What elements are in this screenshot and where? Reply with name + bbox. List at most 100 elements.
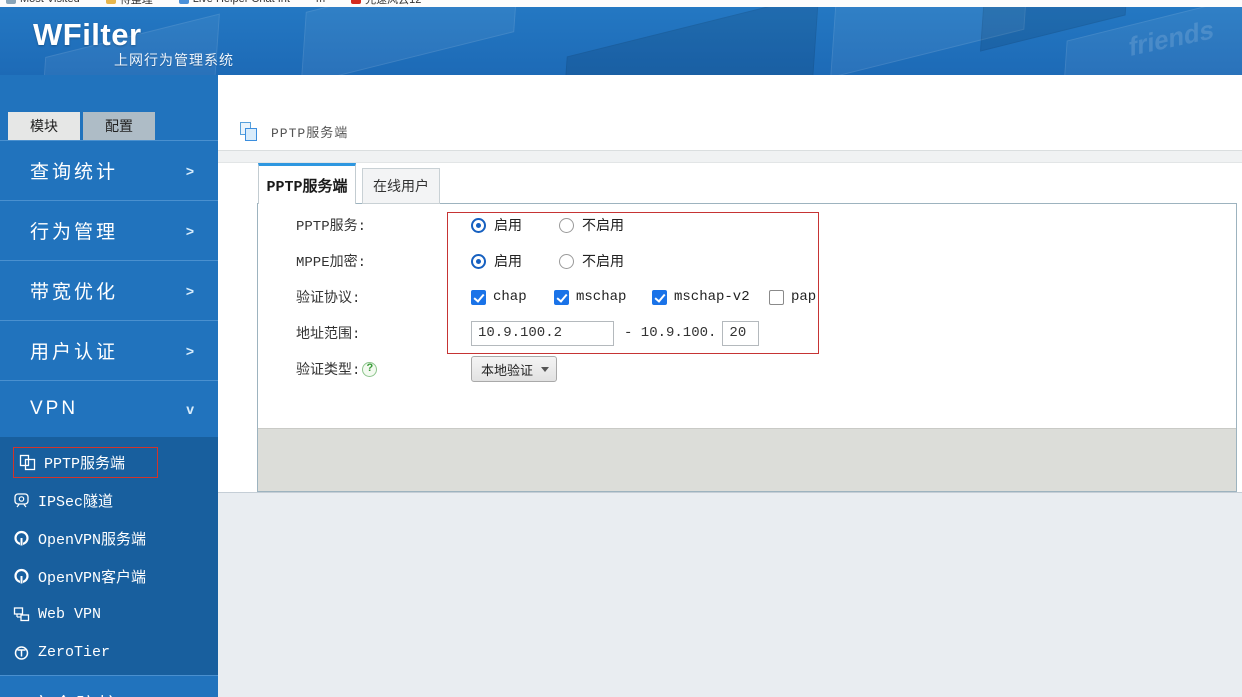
bookmark-label: 光速风云12: [365, 0, 422, 6]
sidebar-tabs: 模块 配置: [8, 112, 155, 140]
bookmark-label: 待整理: [119, 0, 153, 6]
folder-icon: [105, 0, 116, 4]
menu-label: 用户认证: [30, 342, 119, 363]
chat-icon: [178, 0, 189, 4]
field-label-text: 验证类型:: [296, 363, 361, 379]
help-icon[interactable]: ?: [362, 361, 378, 377]
radio-off-icon: [559, 253, 574, 269]
tab-modules[interactable]: 模块: [8, 112, 80, 140]
app-subtitle: 上网行为管理系统: [114, 52, 234, 68]
wfilter-logo: WFilter: [33, 17, 142, 52]
menu-label: 带宽优化: [30, 282, 119, 303]
sidebar-item-openvpn-server[interactable]: OpenVPN服务端: [0, 519, 218, 557]
sidebar-item-security-partial[interactable]: 安全防护: [0, 675, 218, 697]
address-end-input[interactable]: [722, 320, 760, 346]
auth-type-select[interactable]: 本地验证: [471, 356, 557, 382]
sidebar-item-user-auth[interactable]: 用户认证 >: [0, 320, 218, 380]
chevron-right-icon: >: [185, 162, 194, 179]
radio-label: 启用: [494, 217, 522, 233]
radio-off-icon: [559, 217, 574, 233]
bookmark-item[interactable]: Most Visited: [6, 0, 80, 5]
checkbox-mschap-v2[interactable]: mschap-v2: [652, 289, 769, 305]
tab-config[interactable]: 配置: [83, 112, 155, 140]
sidebar-item-web-vpn[interactable]: Web VPN: [0, 595, 218, 633]
menu-label: VPN: [30, 398, 79, 419]
bookmark-label: Most Visited: [20, 0, 80, 5]
divider-band: [218, 150, 1242, 163]
menu-label: 查询统计: [30, 162, 119, 183]
sidebar-item-ipsec-tunnel[interactable]: IPSec隧道: [0, 481, 218, 519]
tab-online-users[interactable]: 在线用户: [362, 168, 440, 204]
sidebar-item-bandwidth[interactable]: 带宽优化 >: [0, 260, 218, 320]
field-label: 验证协议:: [296, 291, 361, 307]
sidebar-item-openvpn-client[interactable]: OpenVPN客户端: [0, 557, 218, 595]
panel-footer: [258, 428, 1236, 491]
pptp-form: PPTP服务: 启用 不启用 MPPE加密: 启用 不启用 验证协议: chap…: [258, 204, 1236, 387]
tunnel-icon: [14, 492, 29, 507]
app-header: friends WFilter 上网行为管理系统: [0, 7, 1242, 75]
checkbox-pap[interactable]: pap: [769, 289, 816, 305]
network-icon: [13, 606, 30, 621]
main-content: PPTP服务端 PPTP服务端 在线用户 PPTP服务: 启用 不启用 MPPE…: [218, 75, 1242, 697]
selected-annotation-box: PPTP服务端: [13, 446, 159, 478]
checkbox-label: chap: [493, 289, 527, 305]
form-row-pptp-service: PPTP服务: 启用 不启用: [258, 207, 1236, 243]
form-row-mppe: MPPE加密: 启用 不启用: [258, 243, 1236, 279]
field-label: PPTP服务:: [296, 219, 367, 235]
radio-pptp-disable[interactable]: 不启用: [559, 215, 624, 235]
sidebar-menu: 查询统计 > 行为管理 > 带宽优化 > 用户认证 > VPN v PPTP服务…: [0, 140, 218, 697]
bookmark-item[interactable]: 光速风云12: [351, 0, 421, 7]
bookmark-item[interactable]: m: [316, 0, 325, 5]
checkbox-checked-icon: [652, 289, 667, 305]
checkbox-unchecked-icon: [769, 289, 784, 305]
radio-mppe-enable[interactable]: 启用: [471, 251, 522, 271]
submenu-label: OpenVPN服务端: [38, 531, 147, 549]
submenu-label: IPSec隧道: [38, 493, 114, 511]
radio-on-icon: [471, 217, 486, 233]
field-label: MPPE加密:: [296, 255, 367, 271]
checkbox-label: mschap-v2: [674, 289, 750, 305]
sidebar-item-pptp-server[interactable]: PPTP服务端: [0, 443, 218, 481]
range-separator: - 10.9.100.: [624, 325, 717, 341]
menu-label: 安全防护: [32, 690, 218, 697]
openvpn-icon: [14, 568, 29, 584]
chevron-right-icon: >: [185, 222, 194, 239]
form-row-auth-protocols: 验证协议: chap mschap mschap-v2 pap: [258, 279, 1236, 315]
checkbox-checked-icon: [554, 289, 569, 305]
radio-on-icon: [471, 253, 486, 269]
keyboard-pattern: [560, 7, 820, 75]
radio-mppe-disable[interactable]: 不启用: [559, 251, 624, 271]
submenu-label: ZeroTier: [38, 643, 111, 661]
bookmark-item[interactable]: 待整理: [105, 0, 153, 7]
page-background: [218, 492, 1242, 697]
openvpn-icon: [14, 530, 29, 546]
select-value: 本地验证: [481, 362, 534, 378]
sidebar-item-behavior[interactable]: 行为管理 >: [0, 200, 218, 260]
pptp-settings-panel: PPTP服务: 启用 不启用 MPPE加密: 启用 不启用 验证协议: chap…: [257, 203, 1237, 492]
tab-pptp-server[interactable]: PPTP服务端: [258, 163, 356, 204]
globe-icon: [6, 0, 16, 4]
submenu-label: OpenVPN客户端: [38, 569, 147, 587]
radio-label: 不启用: [582, 217, 624, 233]
checkbox-mschap[interactable]: mschap: [554, 289, 652, 305]
pages-icon: [240, 122, 258, 141]
field-label: 验证类型: ?: [296, 359, 471, 379]
chevron-down-icon: [541, 367, 549, 372]
address-start-input[interactable]: [471, 320, 614, 346]
sidebar-item-zerotier[interactable]: ZeroTier: [0, 633, 218, 671]
pages-icon: [19, 454, 36, 470]
page-title: PPTP服务端: [271, 126, 349, 141]
chevron-down-icon: v: [186, 401, 194, 417]
radio-label: 不启用: [582, 253, 624, 269]
radio-pptp-enable[interactable]: 启用: [471, 215, 522, 235]
checkbox-chap[interactable]: chap: [471, 289, 554, 305]
sidebar-item-query-stats[interactable]: 查询统计 >: [0, 140, 218, 200]
checkbox-label: mschap: [576, 289, 627, 305]
bookmark-label: m: [316, 0, 325, 5]
keyboard-pattern: [300, 7, 520, 75]
menu-label: 行为管理: [30, 222, 119, 243]
sidebar-item-vpn[interactable]: VPN v: [0, 380, 218, 437]
sidebar: 模块 配置 查询统计 > 行为管理 > 带宽优化 > 用户认证 > VPN v: [0, 75, 218, 697]
bookmark-item[interactable]: Live Helper Chat Int: [178, 0, 290, 5]
vpn-submenu: PPTP服务端 IPSec隧道 OpenVPN服务端 OpenVPN客户端 We…: [0, 437, 218, 675]
